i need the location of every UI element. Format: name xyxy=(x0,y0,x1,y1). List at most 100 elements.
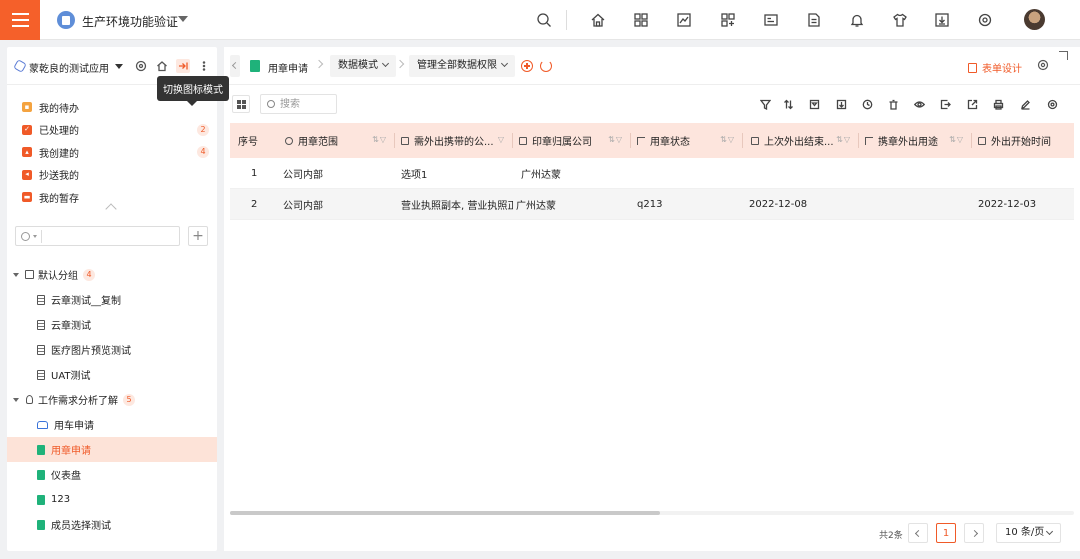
page-size-select[interactable]: 10 条/页 xyxy=(996,523,1061,543)
expand-caret-icon[interactable] xyxy=(13,272,19,277)
print-icon[interactable] xyxy=(992,98,1004,110)
chevron-down-icon xyxy=(1045,527,1054,536)
quick-item-cc[interactable]: ◂ 抄送我的 xyxy=(7,164,217,187)
home-icon[interactable] xyxy=(155,59,169,73)
edit-icon[interactable] xyxy=(1019,98,1031,110)
sort-filter-icon[interactable]: ⇅▽ xyxy=(836,135,851,144)
refresh-icon[interactable] xyxy=(540,60,552,72)
table-cell xyxy=(972,158,1074,189)
scrollbar-thumb[interactable] xyxy=(230,511,660,515)
table-cell: q213 xyxy=(637,199,663,210)
page-button-current[interactable]: 1 xyxy=(936,523,956,543)
sidebar-search-input[interactable] xyxy=(44,228,174,244)
search-type-caret-icon[interactable] xyxy=(33,235,37,238)
export-icon[interactable] xyxy=(939,98,951,110)
add-button[interactable]: + xyxy=(188,226,208,246)
search-icon[interactable] xyxy=(535,11,553,29)
view-switch-button[interactable] xyxy=(232,95,250,113)
toggle-icon-mode-tooltip: 切换图标模式 xyxy=(157,76,229,106)
settings-icon[interactable] xyxy=(134,59,148,73)
document-icon[interactable] xyxy=(805,11,823,29)
gear-icon[interactable] xyxy=(1046,98,1058,110)
sort-filter-icon[interactable]: ⇅▽ xyxy=(949,135,964,144)
prev-page-button[interactable] xyxy=(908,523,928,543)
chevron-right-icon xyxy=(314,59,324,69)
column-header[interactable]: 印章归属公司 ⇅▽ xyxy=(513,123,631,158)
share-icon[interactable] xyxy=(966,98,978,110)
table-cell: 2 xyxy=(251,199,258,210)
sort-filter-icon[interactable]: ⇅▽ xyxy=(608,135,623,144)
column-header-index: 序号 xyxy=(230,123,277,158)
table-search[interactable] xyxy=(260,94,337,114)
table-search-input[interactable] xyxy=(280,97,335,111)
table-row[interactable]: 2 公司内部 营业执照副本, 营业执照正 广州达蒙 q213 2022-12-0… xyxy=(230,189,1074,220)
history-icon[interactable] xyxy=(861,98,873,110)
bell-icon[interactable] xyxy=(848,11,866,29)
download-icon[interactable] xyxy=(933,11,951,29)
apps-icon[interactable] xyxy=(632,11,650,29)
field-filter-icon[interactable] xyxy=(808,98,820,110)
column-header[interactable]: 需外出携带的公... ▽ xyxy=(395,123,513,158)
column-header-label: 用章状态 xyxy=(650,137,690,148)
todo-icon: ▪ xyxy=(22,102,32,113)
column-header[interactable]: 外出开始时间 xyxy=(972,123,1074,158)
mode-dropdown[interactable]: 数据模式 xyxy=(330,55,396,77)
group-default[interactable]: 默认分组 4 xyxy=(7,262,217,287)
tree-item[interactable]: 用车申请 xyxy=(7,412,217,437)
tree-item[interactable]: 医疗图片预览测试 xyxy=(7,337,217,362)
horizontal-scrollbar[interactable] xyxy=(230,511,1074,515)
id-card-icon[interactable] xyxy=(762,11,780,29)
scope-dropdown[interactable]: 管理全部数据权限 xyxy=(409,55,515,77)
sort-filter-icon[interactable]: ⇅▽ xyxy=(372,135,387,144)
tree-item-active[interactable]: 用章申请 xyxy=(7,437,217,462)
table-row[interactable]: 1 公司内部 选项1 广州达蒙 xyxy=(230,158,1074,189)
column-header[interactable]: 用章范围 ⇅▽ xyxy=(277,123,395,158)
add-circle-icon[interactable] xyxy=(521,60,533,72)
delete-icon[interactable] xyxy=(887,98,899,110)
sort-filter-icon[interactable]: ⇅▽ xyxy=(720,135,735,144)
app-title[interactable]: 生产环境功能验证 xyxy=(82,13,178,30)
grid-add-icon[interactable] xyxy=(719,11,737,29)
menu-button[interactable] xyxy=(0,0,40,40)
collapse-left-button[interactable] xyxy=(230,55,240,77)
tree-item[interactable]: 123 xyxy=(7,487,217,512)
chart-icon[interactable] xyxy=(675,11,693,29)
app-switch-caret-icon[interactable] xyxy=(178,16,188,22)
column-header[interactable]: 上次外出结束... ⇅▽ xyxy=(743,123,859,158)
expand-caret-icon[interactable] xyxy=(13,397,19,402)
shirt-icon[interactable] xyxy=(891,11,909,29)
sort-icon[interactable] xyxy=(782,98,794,110)
avatar[interactable] xyxy=(1024,9,1045,30)
doc-icon xyxy=(37,294,45,305)
count-badge: 2 xyxy=(197,123,209,136)
column-header-label: 外出开始时间 xyxy=(991,137,1051,148)
tree-item[interactable]: 成员选择测试 xyxy=(7,512,217,537)
import-icon[interactable] xyxy=(835,98,847,110)
form-design-button[interactable]: 表单设计 xyxy=(968,60,1022,75)
table-cell xyxy=(859,158,972,189)
sidebar-app-name[interactable]: 蒙乾良的测试应用 xyxy=(29,60,109,75)
sidebar-search[interactable] xyxy=(15,226,180,246)
app-dropdown-caret-icon[interactable] xyxy=(115,64,123,69)
quick-item-processed[interactable]: ✓ 已处理的 2 xyxy=(7,119,217,142)
column-header[interactable]: 用章状态 ⇅▽ xyxy=(631,123,743,158)
form-design-label: 表单设计 xyxy=(982,64,1022,75)
tree-item[interactable]: UAT测试 xyxy=(7,362,217,387)
group-requirements[interactable]: 工作需求分析了解 5 xyxy=(7,387,217,412)
column-header[interactable]: 携章外出用途 ⇅▽ xyxy=(859,123,972,158)
tree-item[interactable]: 云章测试 xyxy=(7,312,217,337)
home-icon[interactable] xyxy=(589,11,607,29)
settings-circle-icon[interactable] xyxy=(976,11,994,29)
eye-icon[interactable] xyxy=(913,98,925,110)
next-page-button[interactable] xyxy=(964,523,984,543)
filter-icon[interactable]: ▽ xyxy=(498,135,505,144)
form-title[interactable]: 用章申请 xyxy=(268,60,308,75)
tree-item[interactable]: 仪表盘 xyxy=(7,462,217,487)
quick-item-created[interactable]: ▴ 我创建的 4 xyxy=(7,141,217,164)
fullscreen-icon[interactable] xyxy=(1059,51,1068,60)
tree-item[interactable]: 云章测试__复制 xyxy=(7,287,217,312)
more-icon[interactable] xyxy=(197,59,211,73)
filter-icon[interactable] xyxy=(759,98,771,110)
gear-icon[interactable] xyxy=(1037,59,1049,71)
toggle-icon-mode-icon[interactable] xyxy=(176,59,190,73)
